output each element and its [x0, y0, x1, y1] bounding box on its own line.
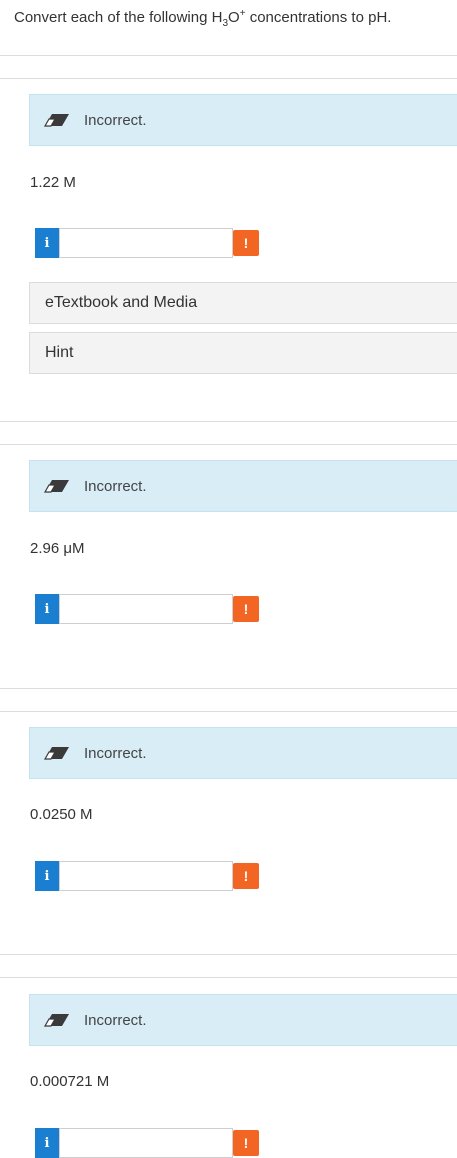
- info-button[interactable]: i: [35, 594, 59, 624]
- answer-row: i !: [35, 861, 261, 891]
- eraser-icon: [44, 480, 69, 493]
- incorrect-feedback-banner: Incorrect.: [29, 994, 457, 1046]
- eraser-icon: [44, 1014, 69, 1027]
- incorrect-feedback-banner: Incorrect.: [29, 460, 457, 512]
- warning-button[interactable]: !: [233, 596, 259, 622]
- info-button[interactable]: i: [35, 1128, 59, 1158]
- warning-icon: !: [243, 868, 249, 884]
- info-button[interactable]: i: [35, 228, 59, 258]
- info-icon: i: [44, 1135, 50, 1151]
- warning-icon: !: [243, 601, 249, 617]
- question-text: Convert each of the following H3O+ conce…: [14, 8, 392, 29]
- answer-row: i !: [35, 228, 261, 258]
- warning-button[interactable]: !: [233, 230, 259, 256]
- divider: [0, 711, 457, 712]
- divider: [0, 688, 457, 689]
- info-icon: i: [44, 868, 50, 884]
- answer-input[interactable]: [59, 228, 233, 258]
- info-icon: i: [44, 235, 50, 251]
- answer-input[interactable]: [59, 594, 233, 624]
- hint-button[interactable]: Hint: [29, 332, 457, 374]
- divider: [0, 55, 457, 56]
- concentration-label: 0.0250 M: [30, 806, 93, 823]
- incorrect-feedback-banner: Incorrect.: [29, 94, 457, 146]
- warning-button[interactable]: !: [233, 863, 259, 889]
- info-button[interactable]: i: [35, 861, 59, 891]
- answer-input[interactable]: [59, 1128, 233, 1158]
- answer-row: i !: [35, 594, 261, 624]
- answer-input[interactable]: [59, 861, 233, 891]
- divider: [0, 421, 457, 422]
- concentration-label: 1.22 M: [30, 174, 76, 191]
- info-icon: i: [44, 601, 50, 617]
- warning-icon: !: [243, 1135, 249, 1151]
- etextbook-media-button[interactable]: eTextbook and Media: [29, 282, 457, 324]
- warning-icon: !: [243, 235, 249, 251]
- feedback-text: Incorrect.: [84, 478, 147, 495]
- feedback-text: Incorrect.: [84, 745, 147, 762]
- incorrect-feedback-banner: Incorrect.: [29, 727, 457, 779]
- concentration-label: 0.000721 M: [30, 1073, 110, 1090]
- eraser-icon: [44, 747, 69, 760]
- eraser-icon: [44, 114, 69, 127]
- answer-row: i !: [35, 1128, 261, 1158]
- divider: [0, 977, 457, 978]
- concentration-label: 2.96 μM: [30, 540, 85, 557]
- divider: [0, 444, 457, 445]
- warning-button[interactable]: !: [233, 1130, 259, 1156]
- divider: [0, 78, 457, 79]
- divider: [0, 954, 457, 955]
- feedback-text: Incorrect.: [84, 112, 147, 129]
- feedback-text: Incorrect.: [84, 1012, 147, 1029]
